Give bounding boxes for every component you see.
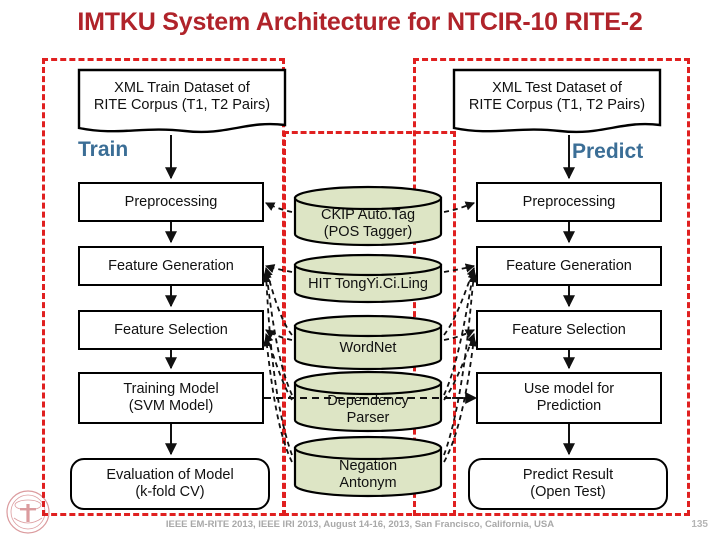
predict-step-result[interactable]: Predict Result (Open Test) (468, 458, 668, 510)
train-dataset-line1: XML Train Dataset of (114, 79, 250, 96)
resource-dependency-parser[interactable]: Dependency Parser (292, 370, 444, 434)
test-dataset-line1: XML Test Dataset of (492, 79, 622, 96)
train-step-evaluation[interactable]: Evaluation of Model (k-fold CV) (70, 458, 270, 510)
resource-ckip-autotag[interactable]: CKIP Auto.Tag (POS Tagger) (292, 185, 444, 247)
predict-step-feature-selection-label: Feature Selection (512, 321, 626, 338)
train-stage-label: Train (78, 138, 129, 161)
page-title: IMTKU System Architecture for NTCIR-10 R… (77, 8, 643, 36)
train-step-feature-selection[interactable]: Feature Selection (78, 310, 264, 350)
train-step-feature-generation-label: Feature Generation (108, 257, 234, 274)
train-step-preprocessing-label: Preprocessing (124, 193, 218, 210)
predict-step-preprocessing[interactable]: Preprocessing (476, 182, 662, 222)
test-dataset-document: XML Test Dataset of RITE Corpus (T1, T2 … (452, 68, 662, 138)
page-number: 135 (691, 519, 708, 530)
resource-negation-antonym-line2: Antonym (339, 475, 397, 491)
predict-step-use-model[interactable]: Use model for Prediction (476, 372, 662, 424)
resource-ckip-autotag-line2: (POS Tagger) (323, 224, 413, 240)
train-step-evaluation-line1: Evaluation of Model (106, 467, 234, 484)
train-step-training-model-line2: (SVM Model) (128, 398, 214, 414)
predict-step-feature-selection[interactable]: Feature Selection (476, 310, 662, 350)
footer-conference-text: IEEE EM-RITE 2013, IEEE IRI 2013, August… (165, 519, 555, 530)
predict-stage-label: Predict (572, 140, 644, 163)
slide-canvas: IMTKU System Architecture for NTCIR-10 R… (0, 0, 720, 540)
predict-step-feature-generation-label: Feature Generation (506, 257, 632, 274)
train-step-training-model[interactable]: Training Model (SVM Model) (78, 372, 264, 424)
resource-hit-tongyiciling-line1: HIT TongYi.Ci.Ling (308, 275, 428, 292)
predict-step-use-model-line1: Use model for (523, 381, 615, 398)
train-step-feature-selection-label: Feature Selection (114, 321, 228, 338)
train-step-evaluation-line2: (k-fold CV) (135, 484, 205, 500)
resource-wordnet-line1: WordNet (339, 339, 397, 356)
resource-wordnet[interactable]: WordNet (292, 314, 444, 372)
train-dataset-document: XML Train Dataset of RITE Corpus (T1, T2… (77, 68, 287, 138)
resource-negation-antonym[interactable]: Negation Antonym (292, 435, 444, 499)
predict-step-preprocessing-label: Preprocessing (522, 193, 616, 210)
train-dataset-line2: RITE Corpus (T1, T2 Pairs) (93, 97, 271, 113)
test-dataset-line2: RITE Corpus (T1, T2 Pairs) (468, 97, 646, 113)
resource-dependency-parser-line1: Dependency (327, 393, 409, 410)
train-step-training-model-line1: Training Model (123, 381, 219, 398)
predict-step-feature-generation[interactable]: Feature Generation (476, 246, 662, 286)
resource-dependency-parser-line2: Parser (346, 410, 390, 426)
resource-ckip-autotag-line1: CKIP Auto.Tag (320, 207, 416, 224)
predict-step-result-line1: Predict Result (522, 467, 614, 484)
train-step-preprocessing[interactable]: Preprocessing (78, 182, 264, 222)
predict-step-result-line2: (Open Test) (530, 484, 606, 500)
resource-negation-antonym-line1: Negation (338, 458, 398, 475)
resource-hit-tongyiciling[interactable]: HIT TongYi.Ci.Ling (292, 253, 444, 305)
train-step-feature-generation[interactable]: Feature Generation (78, 246, 264, 286)
predict-step-use-model-line2: Prediction (536, 398, 602, 414)
